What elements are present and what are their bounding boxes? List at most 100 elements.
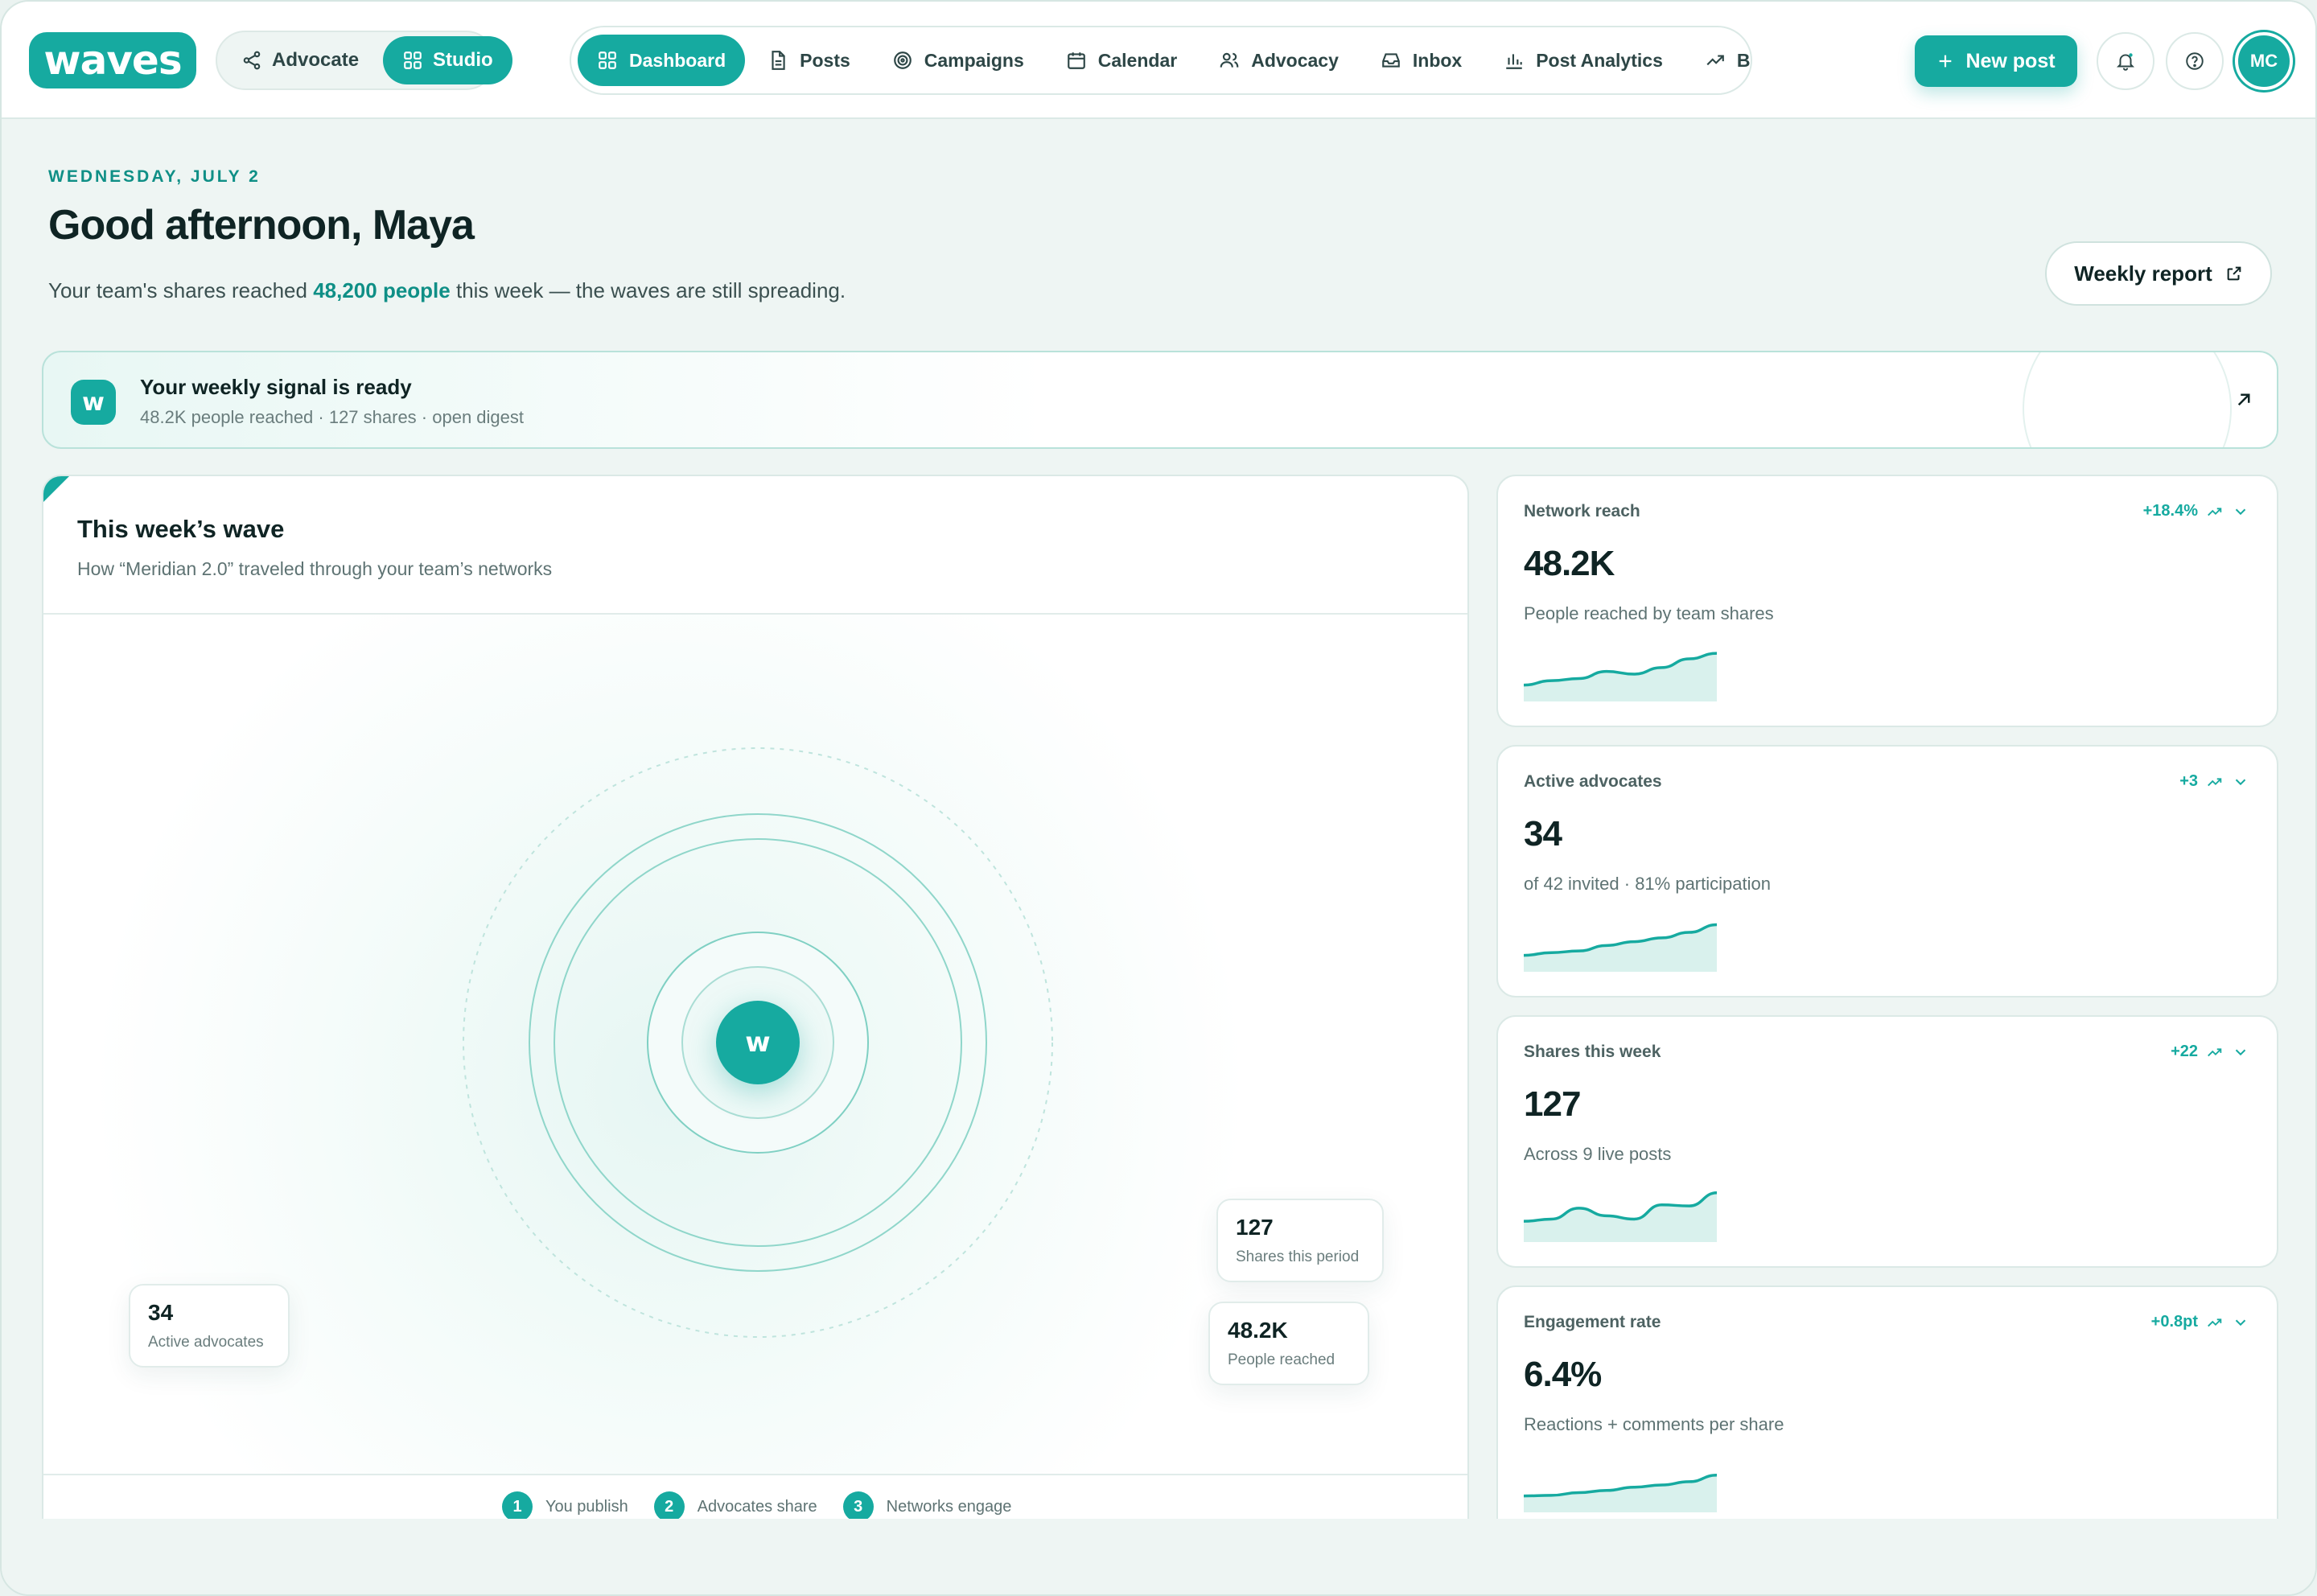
mode-studio-label: Studio [433, 49, 493, 71]
metric-label: Shares this week [1524, 1043, 1661, 1061]
nav-campaigns[interactable]: Campaigns [873, 35, 1043, 86]
metric-card-engagement-rate[interactable]: Engagement rate +0.8pt 6.4% Reactions + … [1496, 1285, 2278, 1538]
step-label: You publish [545, 1497, 628, 1516]
nav-advocacy[interactable]: Advocacy [1200, 35, 1358, 86]
metric-description: of 42 invited · 81% participation [1524, 874, 1771, 894]
weekly-summary: Your team's shares reached 48,200 people… [48, 278, 846, 303]
nav-post-analytics[interactable]: Post Analytics [1484, 35, 1682, 86]
metric-value: 127 [1524, 1084, 1581, 1124]
weekly-signal-banner[interactable]: w Your weekly signal is ready 48.2K peop… [42, 351, 2278, 449]
metric-card-network-reach[interactable]: Network reach +18.4% 48.2K People reache… [1496, 475, 2278, 727]
nav-brand-label: Brar [1736, 49, 1751, 71]
mode-advocate-label: Advocate [272, 49, 360, 71]
sparkline [1524, 652, 1717, 701]
metric-value: 48.2K [1524, 544, 1615, 583]
chevron-down-icon [2232, 1043, 2249, 1061]
signal-logo-icon: w [71, 380, 116, 425]
mode-switcher: Advocate Studio [216, 31, 512, 90]
wave-title: This week’s wave [77, 515, 285, 543]
waves-logo[interactable]: waves [29, 32, 196, 88]
weekly-report-button[interactable]: Weekly report [2045, 241, 2272, 306]
sparkline [1524, 1191, 1717, 1242]
wave-card: This week’s wave How “Meridian 2.0” trav… [42, 475, 1469, 1594]
nav-campaigns-label: Campaigns [924, 49, 1024, 71]
bar-chart-icon [1504, 50, 1525, 71]
mode-studio[interactable]: Studio [383, 36, 512, 84]
page-bottom-edge [2, 1519, 2315, 1594]
external-link-icon [2225, 265, 2243, 282]
stat-reached-value: 48.2K [1228, 1318, 1288, 1343]
nav-brand[interactable]: Brar [1685, 35, 1751, 86]
trend-icon [1705, 50, 1726, 71]
metric-delta-value: +22 [2171, 1043, 2198, 1060]
signal-subtitle: 48.2K people reached · 127 shares · open… [140, 407, 524, 427]
nav-dashboard-label: Dashboard [629, 49, 726, 71]
main-nav: Dashboard Posts Campaigns Calendar Advoc… [570, 26, 1752, 95]
calendar-icon [1066, 50, 1087, 71]
metric-label: Active advocates [1524, 772, 1662, 791]
help-button[interactable] [2166, 32, 2224, 90]
new-post-label: New post [1965, 49, 2056, 72]
signal-title: Your weekly signal is ready [140, 375, 412, 399]
nav-inbox[interactable]: Inbox [1361, 35, 1481, 86]
metric-label: Network reach [1524, 502, 1640, 520]
metric-description: Across 9 live posts [1524, 1144, 1672, 1164]
page-title: Good afternoon, Maya [48, 202, 475, 249]
summary-highlight: 48,200 people [313, 278, 451, 302]
metric-value: 34 [1524, 814, 1562, 854]
sparkline-area [1524, 653, 1717, 701]
stat-advocates-value: 34 [148, 1300, 174, 1325]
trend-up-icon [2206, 1043, 2224, 1061]
trend-up-icon [2206, 503, 2224, 520]
nav-posts[interactable]: Posts [748, 35, 870, 86]
bell-icon [2115, 51, 2136, 72]
new-post-button[interactable]: New post [1915, 35, 2077, 87]
metric-value: 6.4% [1524, 1355, 1602, 1394]
grid-icon [597, 50, 618, 71]
sparkline [1524, 1474, 1717, 1512]
metric-card-active-advocates[interactable]: Active advocates +3 34 of 42 invited · 8… [1496, 745, 2278, 998]
metric-delta[interactable]: +18.4% [2143, 502, 2249, 520]
inbox-icon [1381, 50, 1401, 71]
share-icon [241, 50, 262, 71]
stat-shares-value: 127 [1236, 1215, 1274, 1240]
step-publish: 1 You publish [502, 1491, 628, 1522]
help-icon [2184, 51, 2205, 72]
step-label: Networks engage [886, 1497, 1012, 1516]
banner-decoration [2023, 352, 2232, 447]
target-icon [892, 50, 913, 71]
metric-delta[interactable]: +0.8pt [2151, 1313, 2249, 1331]
notifications-button[interactable] [2097, 32, 2154, 90]
mode-advocate[interactable]: Advocate [222, 36, 378, 84]
stat-reached-label: People reached [1228, 1351, 1335, 1368]
metric-card-shares-this-week[interactable]: Shares this week +22 127 Across 9 live p… [1496, 1015, 2278, 1268]
metric-delta[interactable]: +3 [2179, 772, 2249, 791]
stat-shares-period: 127 Shares this period [1216, 1199, 1384, 1282]
step-number: 2 [653, 1491, 685, 1522]
metric-description: Reactions + comments per share [1524, 1414, 1784, 1434]
wave-card-header: This week’s wave How “Meridian 2.0” trav… [43, 476, 1467, 615]
nav-calendar[interactable]: Calendar [1047, 35, 1196, 86]
step-number: 3 [842, 1491, 874, 1522]
metric-delta[interactable]: +22 [2171, 1043, 2249, 1061]
chevron-down-icon [2232, 773, 2249, 791]
wave-hub-logo[interactable]: w [716, 1001, 800, 1084]
metric-delta-value: +18.4% [2142, 502, 2198, 520]
trend-up-icon [2206, 773, 2224, 791]
app-window: waves Advocate Studio Dashboard Posts Ca… [0, 0, 2317, 1596]
nav-advocacy-label: Advocacy [1251, 49, 1339, 71]
trend-up-icon [2206, 1314, 2224, 1331]
metric-delta-value: +3 [2179, 772, 2198, 790]
users-icon [1219, 50, 1240, 71]
arrow-up-right-icon[interactable] [2232, 388, 2256, 412]
user-avatar[interactable]: MC [2235, 32, 2293, 90]
step-engage: 3 Networks engage [842, 1491, 1012, 1522]
step-label: Advocates share [697, 1497, 817, 1516]
stat-people-reached: 48.2K People reached [1208, 1302, 1369, 1385]
nav-post-analytics-label: Post Analytics [1536, 49, 1663, 71]
metric-label: Engagement rate [1524, 1313, 1661, 1331]
stat-active-advocates: 34 Active advocates [129, 1284, 290, 1368]
nav-dashboard[interactable]: Dashboard [578, 35, 746, 86]
metric-delta-value: +0.8pt [2150, 1313, 2198, 1331]
document-icon [768, 50, 788, 71]
